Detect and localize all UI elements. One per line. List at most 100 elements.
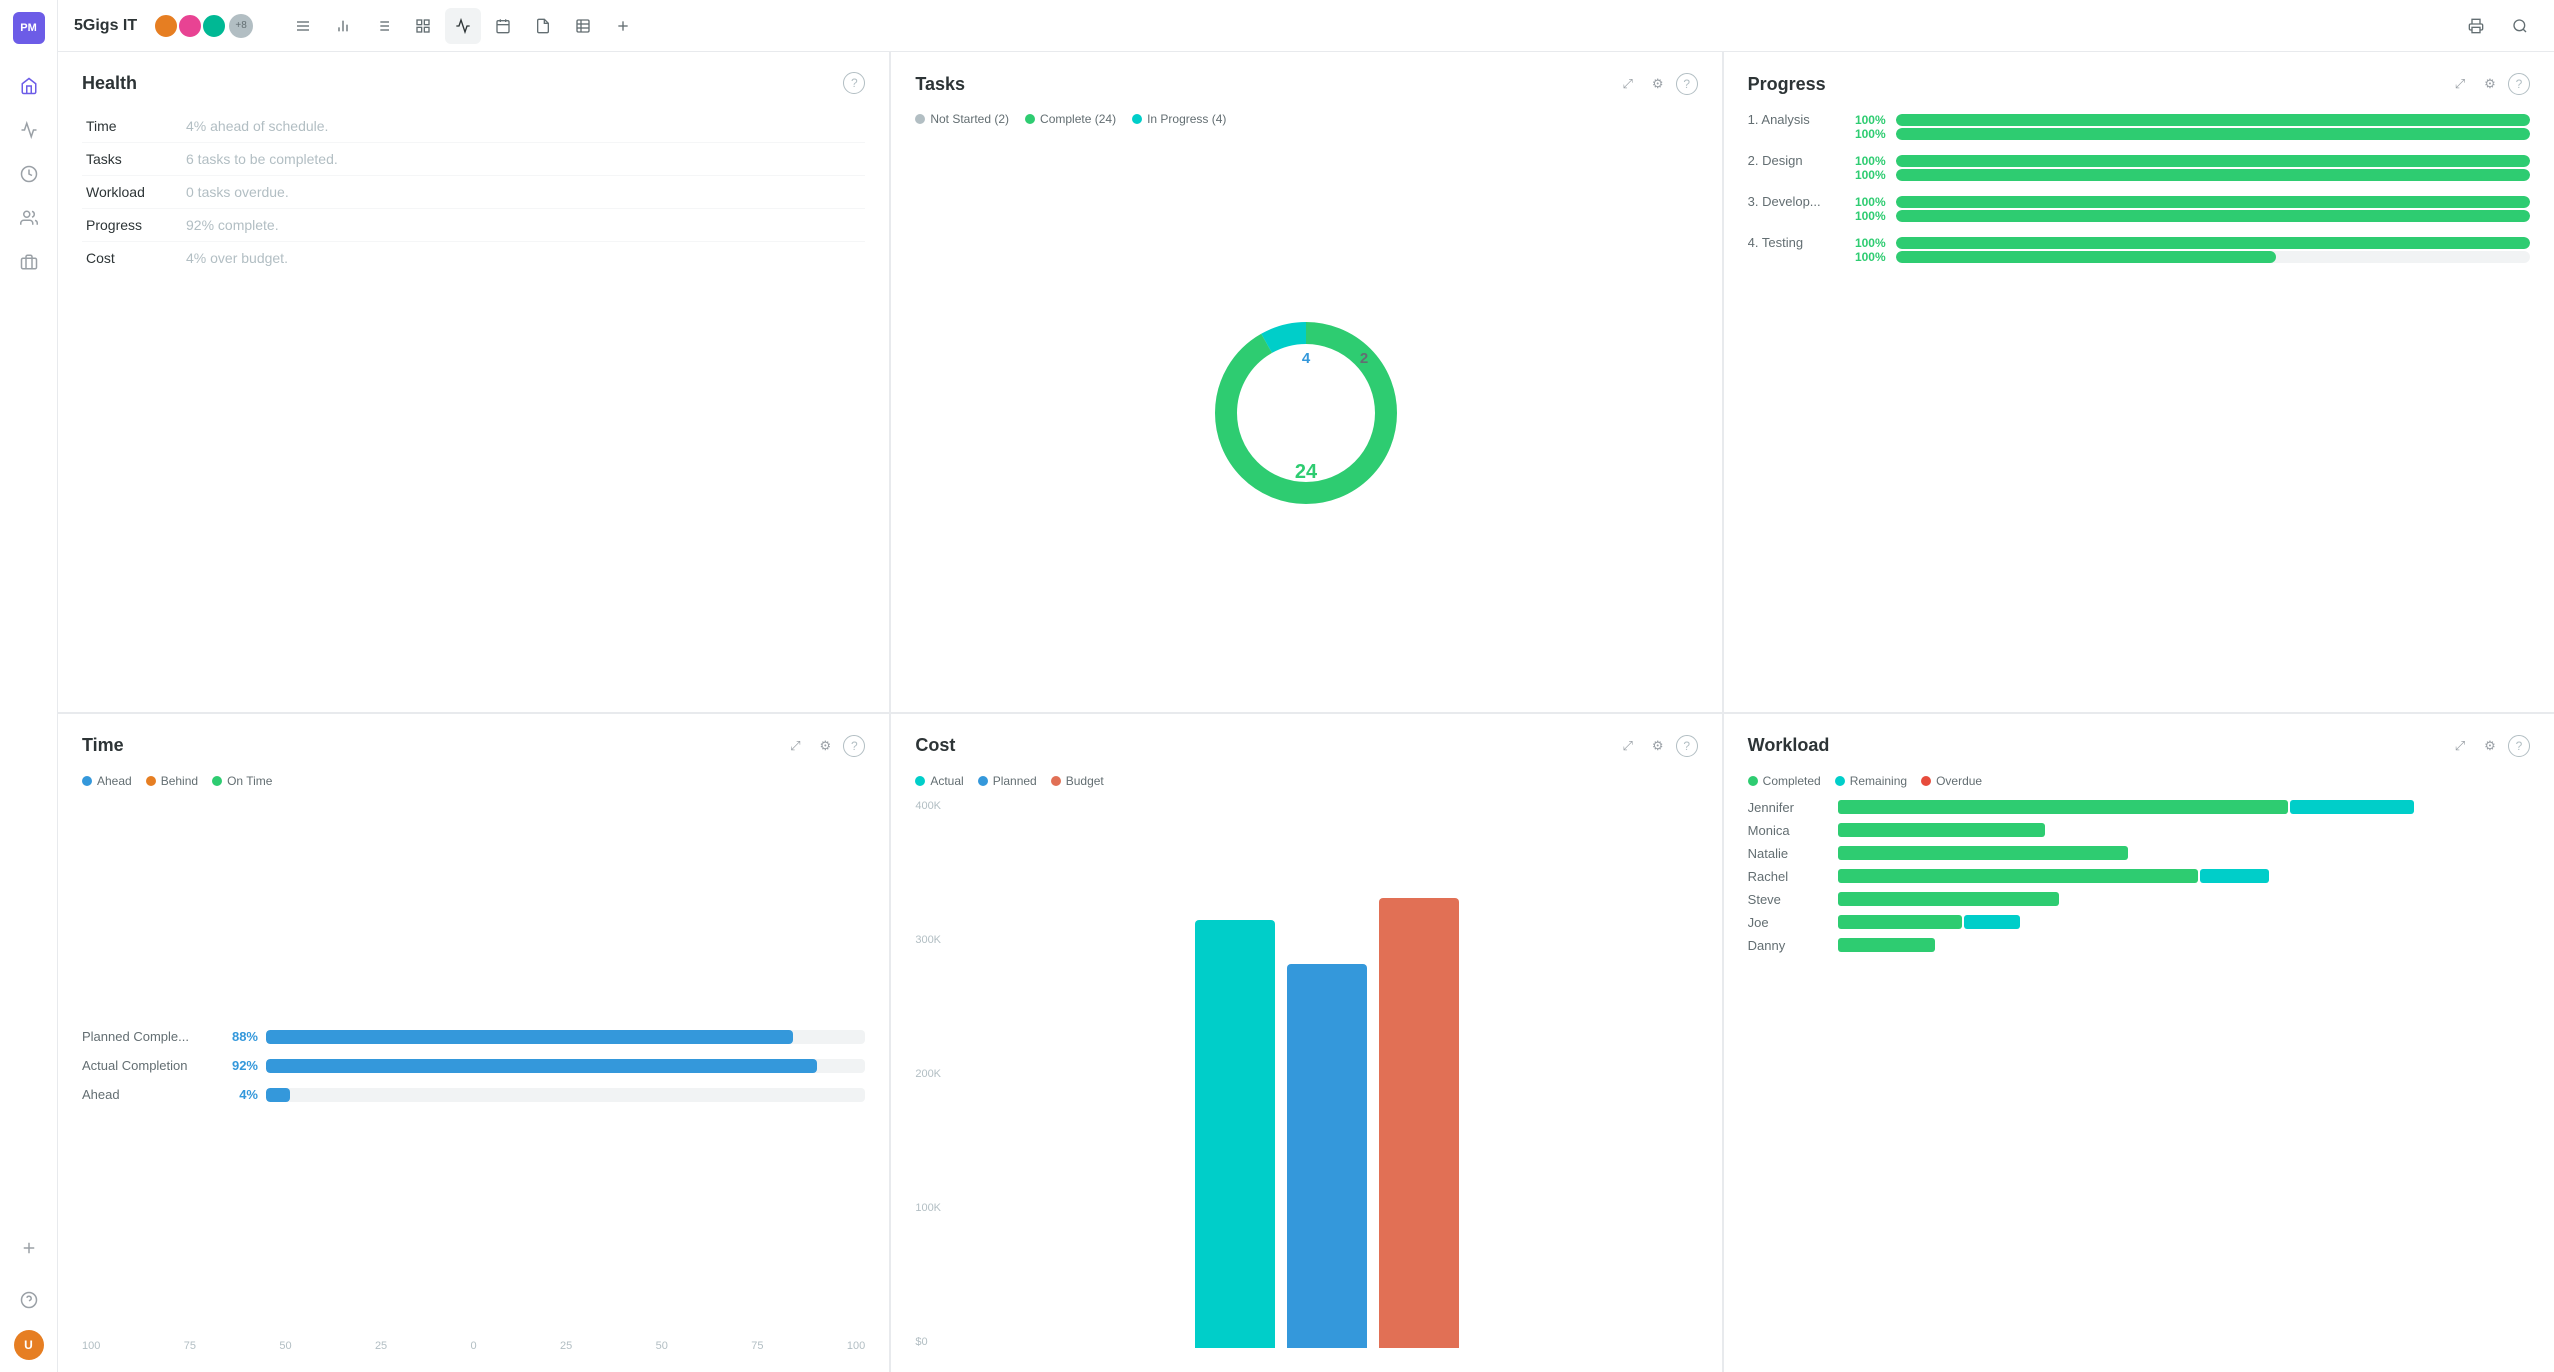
cost-panel-header: Cost ⤢ ⚙ ?	[915, 734, 1697, 758]
cost-legend-item: Planned	[978, 774, 1037, 788]
health-row-value: 4% ahead of schedule.	[182, 110, 865, 143]
nav-chart-btn[interactable]	[325, 8, 361, 44]
legend-dot	[978, 776, 988, 786]
time-settings-btn[interactable]: ⚙	[813, 734, 837, 758]
health-help-btn[interactable]: ?	[843, 72, 865, 94]
progress-pct: 100%	[1848, 195, 1886, 209]
sidebar-item-home[interactable]	[11, 68, 47, 104]
time-panel-actions: ⤢ ⚙ ?	[783, 734, 865, 758]
nav-wave-btn[interactable]	[445, 8, 481, 44]
avatar-3[interactable]	[201, 13, 227, 39]
progress-section-label: 2. Design	[1748, 153, 1838, 168]
nav-list-btn[interactable]	[365, 8, 401, 44]
sidebar-item-activity[interactable]	[11, 112, 47, 148]
nav-calendar-btn[interactable]	[485, 8, 521, 44]
avatar-1[interactable]	[153, 13, 179, 39]
health-row-value: 92% complete.	[182, 209, 865, 242]
progress-settings-btn[interactable]: ⚙	[2478, 72, 2502, 96]
nav-plus-btn[interactable]	[605, 8, 641, 44]
progress-panel: Progress ⤢ ⚙ ? 1. Analysis 100% 100% 2. …	[1723, 52, 2554, 712]
cost-settings-btn[interactable]: ⚙	[1646, 734, 1670, 758]
progress-row: 3. Develop... 100%	[1748, 194, 2530, 209]
progress-bar-fill	[1896, 155, 2530, 167]
legend-label: In Progress (4)	[1147, 112, 1226, 126]
tasks-help-btn[interactable]: ?	[1676, 73, 1698, 95]
progress-bar-fill	[1896, 251, 2277, 263]
sidebar-item-history[interactable]	[11, 156, 47, 192]
time-row-pct: 92%	[220, 1058, 258, 1073]
nav-table-btn[interactable]	[565, 8, 601, 44]
legend-label: On Time	[227, 774, 272, 788]
cost-bar	[1287, 964, 1367, 1348]
tasks-legend: Not Started (2) Complete (24) In Progress …	[915, 112, 1697, 126]
progress-expand-btn[interactable]: ⤢	[2448, 72, 2472, 96]
time-row-label: Ahead	[82, 1087, 212, 1102]
progress-panel-actions: ⤢ ⚙ ?	[2448, 72, 2530, 96]
legend-label: Remaining	[1850, 774, 1907, 788]
workload-person-name: Danny	[1748, 938, 1828, 953]
time-bar-track	[266, 1088, 865, 1102]
progress-section-label: 1. Analysis	[1748, 112, 1838, 127]
workload-help-btn[interactable]: ?	[2508, 735, 2530, 757]
legend-dot	[1921, 776, 1931, 786]
tasks-panel: Tasks ⤢ ⚙ ? Not Started (2)Complete (24)…	[890, 52, 1721, 712]
workload-settings-btn[interactable]: ⚙	[2478, 734, 2502, 758]
progress-list: 1. Analysis 100% 100% 2. Design 100% 100…	[1748, 112, 2530, 268]
cost-expand-btn[interactable]: ⤢	[1616, 734, 1640, 758]
tasks-legend-item: Not Started (2)	[915, 112, 1009, 126]
workload-expand-btn[interactable]: ⤢	[2448, 734, 2472, 758]
avatar-2[interactable]	[177, 13, 203, 39]
progress-section: 2. Design 100% 100%	[1748, 153, 2530, 182]
progress-pct: 100%	[1848, 209, 1886, 223]
legend-label: Behind	[161, 774, 198, 788]
progress-section: 4. Testing 100% 100%	[1748, 235, 2530, 264]
workload-remaining-bar	[1964, 915, 2019, 929]
health-row: Progress92% complete.	[82, 209, 865, 242]
tasks-settings-btn[interactable]: ⚙	[1646, 72, 1670, 96]
nav-doc-btn[interactable]	[525, 8, 561, 44]
nav-menu-btn[interactable]	[285, 8, 321, 44]
workload-person-name: Joe	[1748, 915, 1828, 930]
workload-legend-item: Remaining	[1835, 774, 1907, 788]
cost-legend-item: Actual	[915, 774, 963, 788]
progress-row: 4. Testing 100%	[1748, 235, 2530, 250]
cost-bar	[1379, 898, 1459, 1348]
time-legend-item: Ahead	[82, 774, 132, 788]
workload-person-name: Monica	[1748, 823, 1828, 838]
progress-pct: 100%	[1848, 168, 1886, 182]
progress-help-btn[interactable]: ?	[2508, 73, 2530, 95]
search-btn[interactable]	[2502, 8, 2538, 44]
svg-text:24: 24	[1295, 461, 1318, 483]
print-btn[interactable]	[2458, 8, 2494, 44]
time-bar-track	[266, 1030, 865, 1044]
topbar-right-actions	[2458, 8, 2538, 44]
avatar-overflow[interactable]: +8	[229, 14, 253, 38]
tasks-expand-btn[interactable]: ⤢	[1616, 72, 1640, 96]
sidebar-help-btn[interactable]	[11, 1282, 47, 1318]
sidebar-item-users[interactable]	[11, 200, 47, 236]
time-bar-fill	[266, 1088, 290, 1102]
workload-panel-header: Workload ⤢ ⚙ ?	[1748, 734, 2530, 758]
app-logo[interactable]: PM	[13, 12, 45, 44]
health-row-label: Progress	[82, 209, 182, 242]
time-expand-btn[interactable]: ⤢	[783, 734, 807, 758]
cost-panel: Cost ⤢ ⚙ ? ActualPlannedBudget 400K 300K…	[890, 713, 1721, 1372]
time-title: Time	[82, 735, 124, 756]
cost-y-axis: 400K 300K 200K 100K $0	[915, 800, 957, 1353]
legend-dot	[915, 114, 925, 124]
nav-grid-btn[interactable]	[405, 8, 441, 44]
tasks-legend-item: Complete (24)	[1025, 112, 1116, 126]
progress-bar-fill	[1896, 128, 2530, 140]
user-avatar[interactable]: U	[14, 1330, 44, 1360]
workload-bars	[1838, 800, 2530, 814]
health-panel-actions: ?	[843, 72, 865, 94]
health-row: Cost4% over budget.	[82, 242, 865, 275]
sidebar-add-btn[interactable]	[11, 1230, 47, 1266]
cost-help-btn[interactable]: ?	[1676, 735, 1698, 757]
time-panel-header: Time ⤢ ⚙ ?	[82, 734, 865, 758]
workload-completed-bar	[1838, 938, 1935, 952]
progress-row: 2. Design 100%	[1748, 153, 2530, 168]
time-help-btn[interactable]: ?	[843, 735, 865, 757]
workload-row: Rachel	[1748, 869, 2530, 884]
sidebar-item-work[interactable]	[11, 244, 47, 280]
